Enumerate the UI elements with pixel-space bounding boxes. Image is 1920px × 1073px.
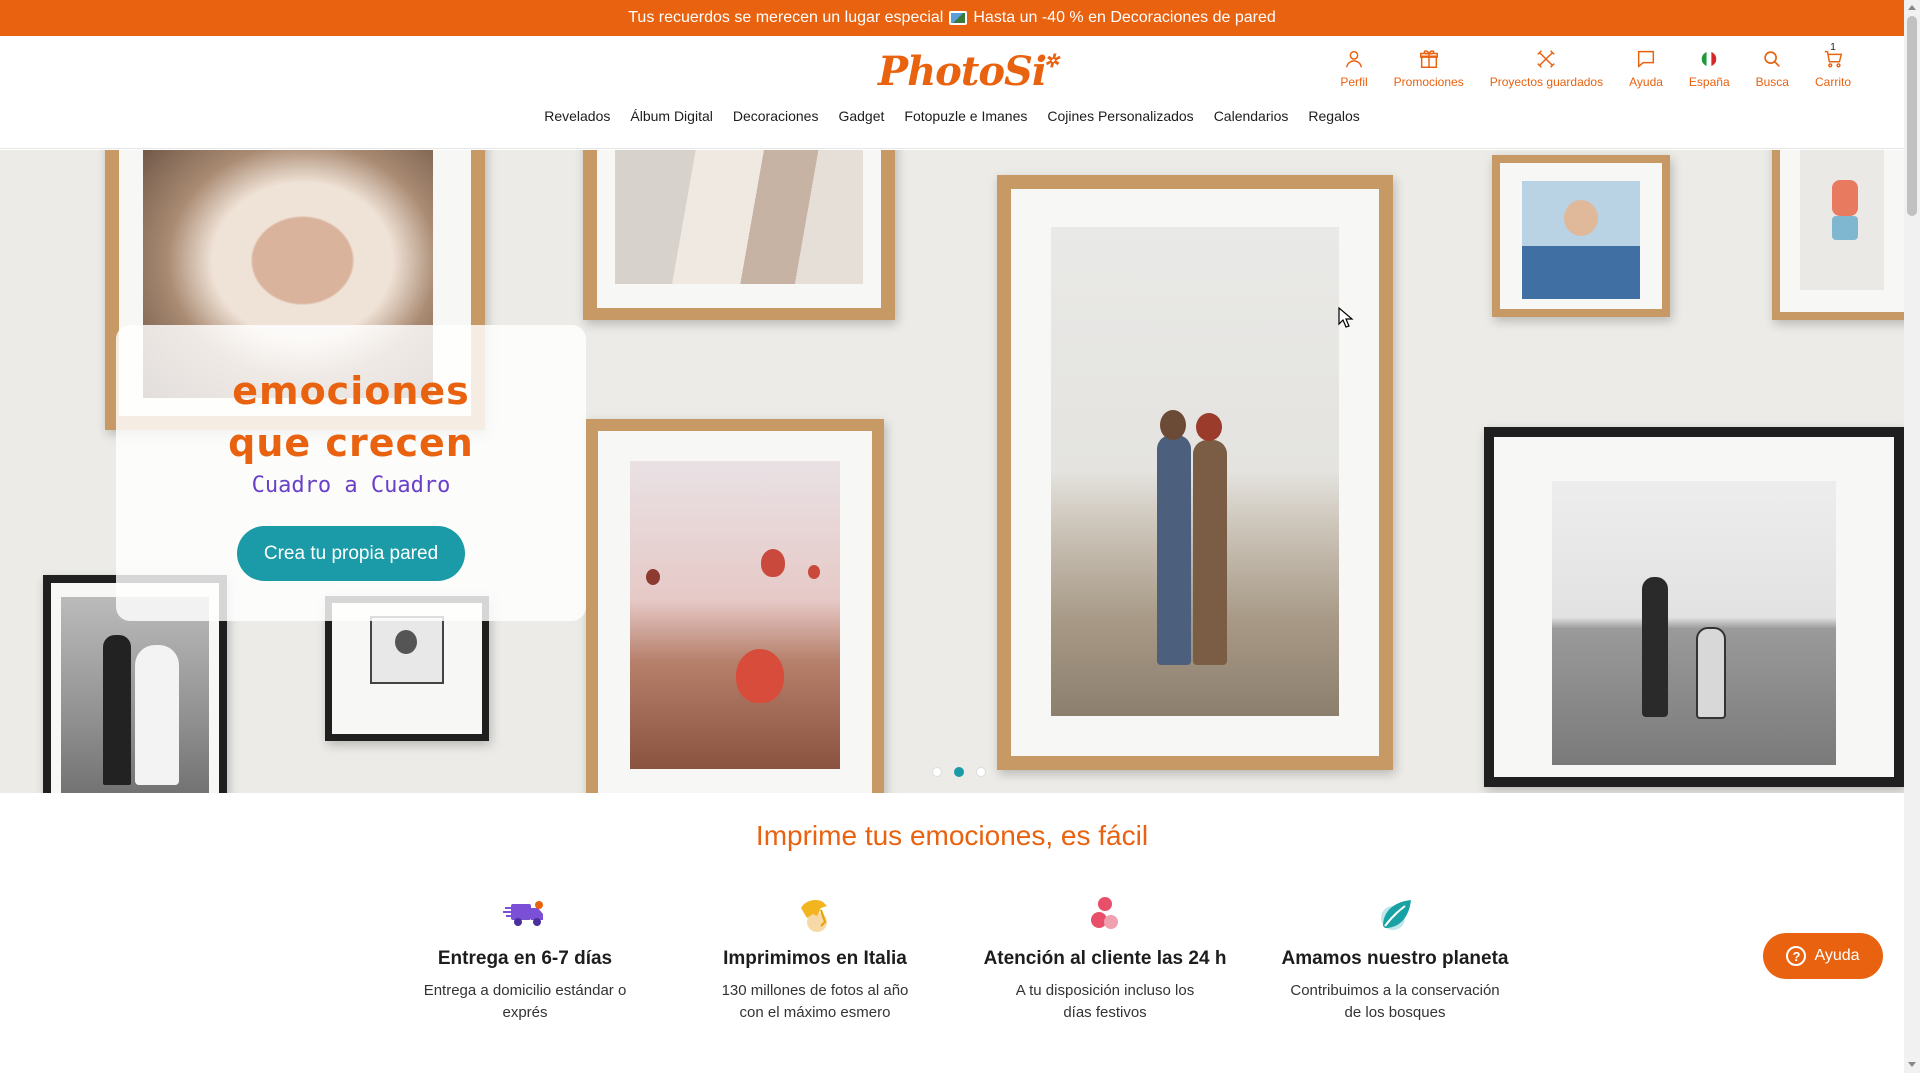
flag-icon — [1701, 51, 1717, 67]
help-button-label: Ayuda — [1814, 947, 1860, 964]
photosi-logo[interactable]: PhotoSi✲ — [878, 48, 1060, 95]
cart-count-badge: 1 — [1830, 42, 1836, 53]
feature-delivery-text: Entrega a domicilio estándar o exprés — [423, 982, 627, 1021]
frame-couple-photo — [997, 175, 1393, 770]
user-icon — [1345, 50, 1363, 68]
scroll-down-arrow-icon[interactable] — [1908, 1062, 1916, 1067]
feature-support-title: Atención al cliente las 24 h — [983, 948, 1227, 969]
help-label: Ayuda — [1629, 75, 1663, 89]
frame-boy-photo — [1492, 155, 1670, 317]
tools-icon — [1537, 50, 1556, 68]
site-header: PhotoSi✲ Perfil Promociones Proyectos gu… — [0, 36, 1904, 149]
feature-planet-title: Amamos nuestro planeta — [1281, 948, 1509, 969]
nav-decoraciones[interactable]: Decoraciones — [723, 108, 829, 124]
search-icon — [1764, 51, 1781, 67]
section-title: Imprime tus emociones, es fácil — [755, 820, 1149, 851]
nav-cojines[interactable]: Cojines Personalizados — [1037, 108, 1203, 124]
nav-fotopuzle[interactable]: Fotopuzle e Imanes — [894, 108, 1037, 124]
scrollbar-thumb[interactable] — [1907, 16, 1917, 216]
country-selector[interactable]: España — [1676, 48, 1743, 89]
gift-icon — [1419, 50, 1438, 68]
leaf-icon — [1381, 900, 1411, 930]
promo-text-start: Tus recuerdos se merecen un lugar especi… — [628, 9, 944, 26]
main-navigation: Revelados Álbum Digital Decoraciones Gad… — [0, 108, 1904, 124]
scroll-up-arrow-icon[interactable] — [1908, 5, 1916, 10]
cart-label: Carrito — [1814, 75, 1851, 89]
promotions-link[interactable]: Promociones — [1381, 48, 1477, 89]
chat-icon — [1637, 50, 1655, 68]
mouse-cursor-icon — [1338, 307, 1354, 328]
feature-delivery: Entrega en 6-7 días Entrega a domicilio … — [380, 890, 670, 1024]
support-icon — [1091, 897, 1118, 929]
hero-banner[interactable]: emociones que crecen Cuadro a Cuadro Cre… — [0, 150, 1904, 793]
picture-icon — [949, 11, 968, 25]
search-link[interactable]: Busca — [1743, 48, 1802, 89]
feature-italy: Imprimimos en Italia 130 millones de fot… — [670, 890, 960, 1024]
profile-link[interactable]: Perfil — [1327, 48, 1380, 89]
feature-italy-title: Imprimimos en Italia — [723, 948, 907, 969]
profile-label: Perfil — [1340, 75, 1368, 89]
hero-title: emociones que crecen — [116, 365, 586, 469]
feature-planet: Amamos nuestro planeta Contribuimos a la… — [1250, 890, 1540, 1024]
feature-planet-text: Contribuimos a la conservación de los bo… — [1290, 982, 1500, 1021]
hero-subtitle: Cuadro a Cuadro — [251, 473, 451, 498]
floating-help-button[interactable]: ? Ayuda — [1763, 933, 1883, 979]
promotions-label: Promociones — [1393, 75, 1464, 89]
frame-toddler-photo — [1772, 150, 1904, 320]
promo-text-end: Hasta un -40 % en Decoraciones de pared — [973, 9, 1276, 26]
feature-delivery-title: Entrega en 6-7 días — [437, 948, 613, 969]
nav-revelados[interactable]: Revelados — [534, 108, 620, 124]
carousel-dots — [932, 767, 986, 777]
nav-album-digital[interactable]: Álbum Digital — [620, 108, 722, 124]
help-link[interactable]: Ayuda — [1616, 48, 1676, 89]
country-label: España — [1688, 75, 1730, 89]
page: Tus recuerdos se merecen un lugar especi… — [0, 0, 1920, 1073]
feature-support: Atención al cliente las 24 h A tu dispos… — [960, 890, 1250, 1024]
nav-calendarios[interactable]: Calendarios — [1204, 108, 1299, 124]
carousel-dot-3[interactable] — [976, 767, 986, 777]
logo-sparkle-icon: ✲ — [1044, 51, 1059, 72]
frame-balloons-photo — [586, 419, 884, 793]
truck-icon — [503, 901, 543, 926]
search-label: Busca — [1755, 75, 1789, 89]
frame-pregnancy-photo — [583, 150, 895, 320]
nav-regalos[interactable]: Regalos — [1298, 108, 1369, 124]
features-list: Entrega en 6-7 días Entrega a domicilio … — [380, 890, 1540, 1024]
feature-support-text: A tu disposición incluso los días festiv… — [1015, 982, 1195, 1021]
hero-title-line2: que crecen — [228, 421, 474, 465]
carousel-dot-1[interactable] — [932, 767, 942, 777]
hero-title-line1: emociones — [232, 369, 470, 413]
create-wall-button[interactable]: Crea tu propia pared — [237, 526, 465, 581]
vertical-scrollbar[interactable] — [1904, 0, 1920, 1073]
feature-italy-text: 130 millones de fotos al año con el máxi… — [721, 982, 909, 1021]
saved-projects-link[interactable]: Proyectos guardados — [1477, 48, 1616, 89]
question-icon: ? — [1786, 946, 1807, 966]
hero-card: emociones que crecen Cuadro a Cuadro Cre… — [116, 325, 586, 621]
promo-banner[interactable]: Tus recuerdos se merecen un lugar especi… — [0, 0, 1904, 36]
cart-link[interactable]: 1 Carrito — [1802, 42, 1864, 89]
logo-text: PhotoSi — [878, 48, 1047, 95]
saved-projects-label: Proyectos guardados — [1489, 75, 1604, 89]
nav-gadget[interactable]: Gadget — [828, 108, 894, 124]
frame-beach-photo — [1484, 427, 1904, 787]
carousel-dot-2[interactable] — [954, 767, 964, 777]
italy-icon — [801, 900, 827, 932]
header-tools: Perfil Promociones Proyectos guardados A… — [1327, 42, 1864, 89]
